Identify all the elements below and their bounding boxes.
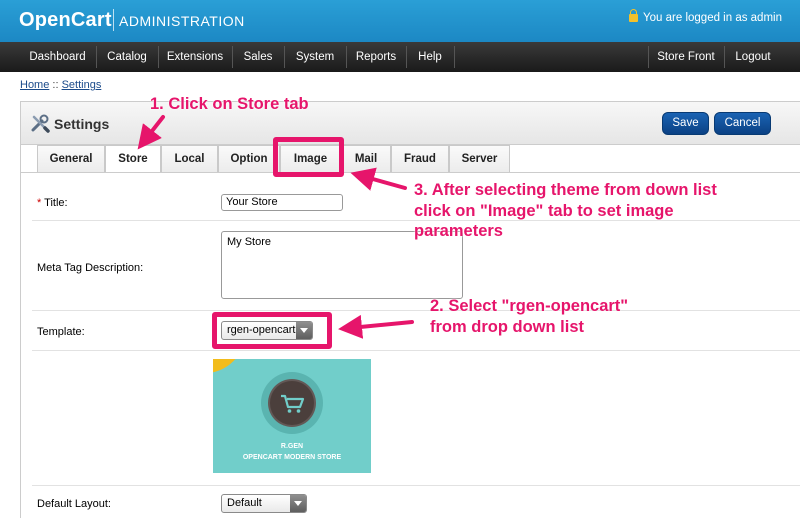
nav-divider xyxy=(454,46,455,68)
panel-heading: Settings Save Cancel xyxy=(21,102,800,145)
meta-description-textarea[interactable]: My Store xyxy=(221,231,463,299)
tab-store[interactable]: Store xyxy=(105,145,161,173)
nav-logout[interactable]: Logout xyxy=(725,42,781,72)
template-preview-image: R.GEN OPENCART MODERN STORE xyxy=(213,359,371,473)
image-tab-highlight xyxy=(273,137,344,177)
breadcrumb-home[interactable]: Home xyxy=(20,79,49,91)
meta-description-label: Meta Tag Description: xyxy=(37,262,144,274)
nav-sales[interactable]: Sales xyxy=(233,42,283,72)
login-status-text: You are logged in as admin xyxy=(643,12,782,24)
row-divider xyxy=(32,310,800,311)
step2-annotation-line2: from drop down list xyxy=(430,318,584,336)
nav-store-front[interactable]: Store Front xyxy=(649,42,723,72)
tab-server[interactable]: Server xyxy=(449,145,510,172)
tab-option[interactable]: Option xyxy=(218,145,280,172)
save-button[interactable]: Save xyxy=(662,112,709,135)
step3-annotation-line2: click on "Image" tab to set image xyxy=(414,202,674,220)
breadcrumb-settings[interactable]: Settings xyxy=(62,79,102,91)
default-layout-label: Default Layout: xyxy=(37,498,111,510)
step2-annotation-line1: 2. Select "rgen-opencart" xyxy=(430,297,629,315)
page-title: Settings xyxy=(54,116,110,132)
step3-annotation-line3: parameters xyxy=(414,222,503,240)
template-label: Template: xyxy=(37,326,85,338)
row-divider xyxy=(32,485,800,486)
cart-icon xyxy=(281,394,305,413)
nav-dashboard[interactable]: Dashboard xyxy=(20,42,95,72)
title-label-text: Title: xyxy=(44,197,68,209)
nav-system[interactable]: System xyxy=(285,42,345,72)
chevron-down-icon xyxy=(290,495,306,512)
preview-corner-shape xyxy=(213,359,245,373)
default-layout-select[interactable]: Default xyxy=(221,494,307,513)
step1-annotation: 1. Click on Store tab xyxy=(150,95,309,113)
breadcrumb: Home :: Settings xyxy=(20,79,101,91)
preview-tagline-text: OPENCART MODERN STORE xyxy=(242,454,342,461)
nav-help[interactable]: Help xyxy=(407,42,453,72)
wrench-screwdriver-icon xyxy=(31,114,50,133)
tab-fraud[interactable]: Fraud xyxy=(391,145,449,172)
step3-annotation-line1: 3. After selecting theme from down list xyxy=(414,181,717,199)
preview-cart-badge xyxy=(268,379,316,427)
preview-brand-text: R.GEN xyxy=(280,443,304,450)
title-label: * Title: xyxy=(37,197,68,209)
breadcrumb-separator: :: xyxy=(49,79,62,91)
template-select-highlight xyxy=(212,312,332,349)
nav-reports[interactable]: Reports xyxy=(347,42,405,72)
tab-local[interactable]: Local xyxy=(161,145,218,172)
title-input[interactable]: Your Store xyxy=(221,194,343,211)
nav-extensions[interactable]: Extensions xyxy=(159,42,231,72)
default-layout-select-value: Default xyxy=(227,497,262,509)
admin-subtitle: ADMINISTRATION xyxy=(119,13,245,29)
opencart-logo[interactable]: OpenCart xyxy=(19,9,112,32)
main-nav: Dashboard Catalog Extensions Sales Syste… xyxy=(0,42,800,72)
tab-mail[interactable]: Mail xyxy=(341,145,391,172)
cancel-button[interactable]: Cancel xyxy=(714,112,771,135)
login-status: You are logged in as admin xyxy=(629,9,782,24)
tab-baseline xyxy=(20,172,800,173)
lock-icon xyxy=(629,9,639,22)
row-divider xyxy=(32,350,800,351)
tab-general[interactable]: General xyxy=(37,145,105,172)
nav-catalog[interactable]: Catalog xyxy=(97,42,157,72)
top-header: OpenCart ADMINISTRATION You are logged i… xyxy=(0,0,800,42)
logo-separator xyxy=(113,9,114,31)
